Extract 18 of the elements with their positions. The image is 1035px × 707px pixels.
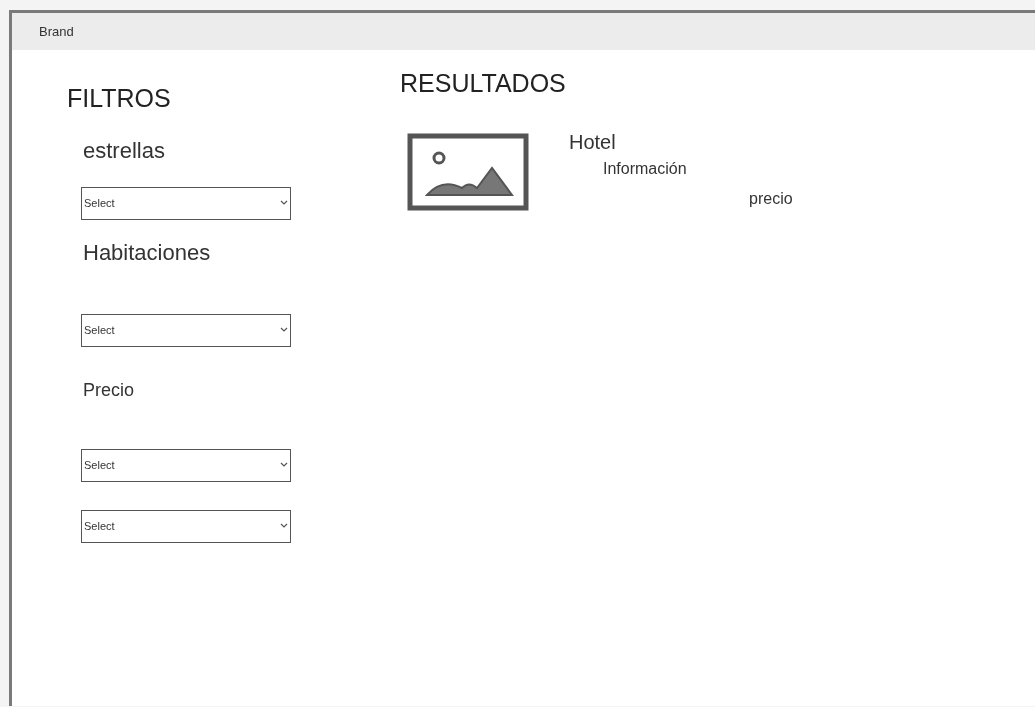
chevron-down-icon — [280, 327, 288, 333]
filter-label: estrellas — [83, 136, 165, 165]
filter-label: Precio — [83, 378, 135, 402]
chevron-down-icon — [280, 462, 288, 468]
hotel-info: Información — [603, 158, 687, 179]
filter-label: Habitaciones — [83, 238, 211, 267]
select-dropdown[interactable]: Select — [81, 448, 291, 482]
results-heading: RESULTADOS — [400, 68, 566, 99]
chevron-down-icon — [280, 523, 288, 529]
image-placeholder-icon — [407, 132, 529, 211]
brand-name[interactable]: Brand — [39, 21, 74, 42]
select-dropdown[interactable]: Select — [81, 313, 291, 347]
filters-heading: FILTROS — [67, 83, 171, 114]
hotel-name: Hotel — [569, 129, 616, 155]
chevron-down-icon — [280, 200, 288, 206]
hotel-price: precio — [749, 188, 793, 209]
select-dropdown[interactable]: Select — [81, 509, 291, 543]
select-dropdown[interactable]: Select — [81, 186, 291, 220]
